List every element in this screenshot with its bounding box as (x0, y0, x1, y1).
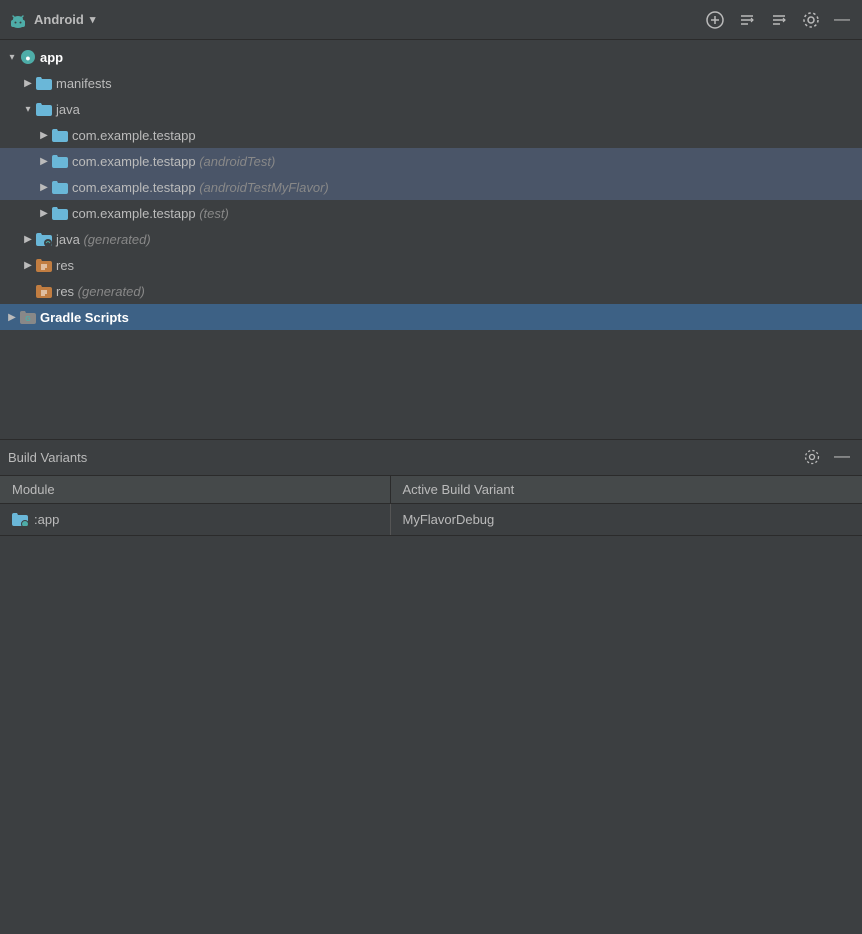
arrow-res: ▶ (20, 260, 36, 271)
tree-item-gradle[interactable]: ▶ G Gradle Scripts (0, 304, 862, 330)
module-cell-inner: :app (12, 512, 378, 527)
panel-title-text: Android (34, 12, 84, 27)
arrow-app: ▾ (4, 52, 20, 63)
collapse-icon (770, 11, 788, 29)
bottom-empty-area (0, 536, 862, 934)
tree-label-res: res (56, 258, 74, 273)
table-row[interactable]: :app MyFlavorDebug (0, 503, 862, 535)
folder-icon-java (36, 101, 52, 117)
folder-icon-res-gen (36, 283, 52, 299)
tree-item-pkg1[interactable]: ▶ com.example.testapp (0, 122, 862, 148)
tree-item-app[interactable]: ▾ ● app (0, 44, 862, 70)
tree-label-app: app (40, 50, 63, 65)
svg-text:G: G (25, 316, 31, 323)
tree-label-java: java (56, 102, 80, 117)
tree-item-pkg4[interactable]: ▶ com.example.testapp (test) (0, 200, 862, 226)
tree-item-java-gen[interactable]: ▶ java (generated) (0, 226, 862, 252)
header-actions: — (702, 7, 854, 33)
bv-settings-button[interactable] (800, 445, 824, 469)
panel-title-area: Android ▾ (8, 10, 702, 30)
module-folder-icon (12, 512, 28, 526)
arrow-java-gen: ▶ (20, 234, 36, 245)
arrow-pkg3: ▶ (36, 182, 52, 193)
settings-button[interactable] (798, 7, 824, 33)
col-header-module: Module (0, 476, 390, 504)
variant-cell[interactable]: MyFlavorDebug (390, 503, 862, 535)
arrow-manifests: ▶ (20, 78, 36, 89)
arrow-gradle: ▶ (4, 312, 20, 323)
folder-icon-pkg1 (52, 127, 68, 143)
arrow-java: ▾ (20, 104, 36, 115)
folder-icon-pkg4 (52, 205, 68, 221)
bv-settings-icon (804, 449, 820, 465)
folder-icon-res (36, 257, 52, 273)
module-cell: :app (0, 503, 390, 535)
tree-label-pkg2: com.example.testapp (androidTest) (72, 154, 275, 169)
panel-header: Android ▾ (0, 0, 862, 40)
tree-label-pkg1: com.example.testapp (72, 128, 196, 143)
minimize-button[interactable]: — (830, 8, 854, 32)
module-name: :app (34, 512, 59, 527)
tree-label-gradle: Gradle Scripts (40, 310, 129, 325)
build-variants-header: Build Variants — (0, 440, 862, 476)
table-header-row: Module Active Build Variant (0, 476, 862, 504)
add-button[interactable] (702, 7, 728, 33)
tree-item-java[interactable]: ▾ java (0, 96, 862, 122)
bv-minimize-button[interactable]: — (830, 445, 854, 469)
folder-icon-java-gen (36, 231, 52, 247)
scroll-to-top-button[interactable] (734, 7, 760, 33)
tree-item-res-gen[interactable]: ▶ res (generated) (0, 278, 862, 304)
tree-item-pkg3[interactable]: ▶ com.example.testapp (androidTestMyFlav… (0, 174, 862, 200)
arrow-pkg2: ▶ (36, 156, 52, 167)
tree-item-res[interactable]: ▶ res (0, 252, 862, 278)
folder-icon-app: ● (20, 49, 36, 65)
settings-icon (802, 11, 820, 29)
tree-item-manifests[interactable]: ▶ manifests (0, 70, 862, 96)
build-variants-title: Build Variants (8, 450, 800, 465)
collapse-all-button[interactable] (766, 7, 792, 33)
folder-icon-gradle: G (20, 309, 36, 325)
main-container: Android ▾ (0, 0, 862, 934)
arrow-pkg4: ▶ (36, 208, 52, 219)
file-tree: ▾ ● app ▶ manifests ▾ (0, 40, 862, 334)
folder-icon-pkg2 (52, 153, 68, 169)
folder-icon-pkg3 (52, 179, 68, 195)
android-icon (8, 10, 28, 30)
build-variants-panel: Build Variants — Module Active Build Var… (0, 439, 862, 536)
add-icon (706, 11, 724, 29)
tree-label-res-gen: res (generated) (56, 284, 145, 299)
file-tree-area: ▾ ● app ▶ manifests ▾ (0, 40, 862, 439)
chevron-down-icon[interactable]: ▾ (90, 13, 96, 26)
build-variants-table: Module Active Build Variant :app (0, 476, 862, 536)
scroll-top-icon (738, 11, 756, 29)
tree-label-java-gen: java (generated) (56, 232, 151, 247)
tree-item-pkg2[interactable]: ▶ com.example.testapp (androidTest) (0, 148, 862, 174)
arrow-pkg1: ▶ (36, 130, 52, 141)
folder-icon-manifests (36, 75, 52, 91)
tree-label-manifests: manifests (56, 76, 112, 91)
svg-text:●: ● (25, 53, 30, 63)
bv-actions: — (800, 445, 854, 469)
tree-label-pkg4: com.example.testapp (test) (72, 206, 229, 221)
tree-label-pkg3: com.example.testapp (androidTestMyFlavor… (72, 180, 329, 195)
col-header-variant: Active Build Variant (390, 476, 862, 504)
